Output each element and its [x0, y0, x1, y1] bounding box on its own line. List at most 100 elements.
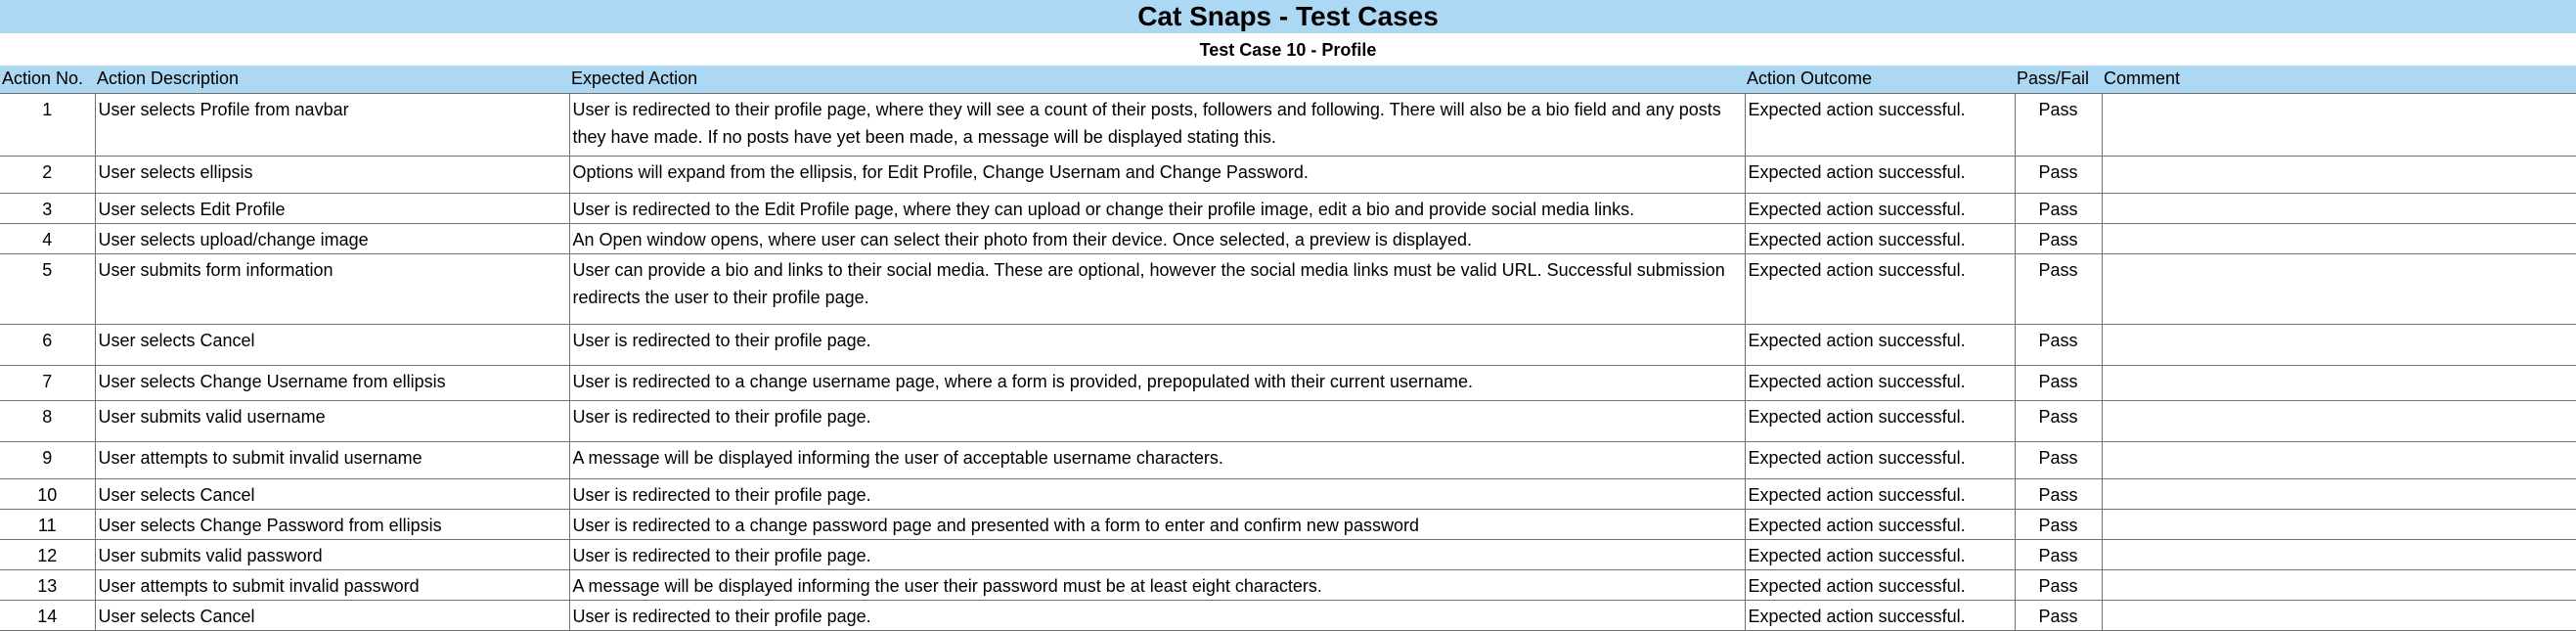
cell-outcome[interactable]: Expected action successful. [1744, 440, 2016, 479]
cell-action-no[interactable]: 4 [0, 222, 96, 254]
cell-comment[interactable] [2101, 538, 2576, 570]
cell-action-no[interactable]: 8 [0, 399, 96, 442]
header-expected-action: Expected Action [571, 68, 698, 89]
cell-description[interactable]: User selects Change Password from ellips… [94, 508, 570, 540]
header-action-no: Action No. [2, 68, 84, 89]
cell-description[interactable]: User selects Profile from navbar [94, 92, 570, 157]
cell-comment[interactable] [2101, 155, 2576, 194]
cell-description[interactable]: User submits valid username [94, 399, 570, 442]
cell-comment[interactable] [2101, 192, 2576, 224]
cell-expected[interactable]: User is redirected to a change username … [568, 364, 1746, 401]
cell-action-no[interactable]: 11 [0, 508, 96, 540]
cell-outcome[interactable]: Expected action successful. [1744, 538, 2016, 570]
cell-outcome[interactable]: Expected action successful. [1744, 399, 2016, 442]
cell-comment[interactable] [2101, 364, 2576, 401]
cell-comment[interactable] [2101, 477, 2576, 510]
header-comment: Comment [2104, 68, 2181, 89]
cell-pass-fail[interactable]: Pass [2014, 477, 2103, 510]
cell-outcome[interactable]: Expected action successful. [1744, 568, 2016, 601]
cell-pass-fail[interactable]: Pass [2014, 508, 2103, 540]
cell-expected[interactable]: User is redirected to their profile page… [568, 92, 1746, 157]
cell-action-no[interactable]: 13 [0, 568, 96, 601]
table-row: 12 User submits valid password User is r… [0, 538, 2576, 570]
cell-action-no[interactable]: 1 [0, 92, 96, 157]
cell-description[interactable]: User attempts to submit invalid username [94, 440, 570, 479]
cell-description[interactable]: User selects upload/change image [94, 222, 570, 254]
cell-description[interactable]: User selects Edit Profile [94, 192, 570, 224]
cell-comment[interactable] [2101, 222, 2576, 254]
cell-outcome[interactable]: Expected action successful. [1744, 364, 2016, 401]
table-row: 5 User submits form information User can… [0, 252, 2576, 325]
cell-pass-fail[interactable]: Pass [2014, 364, 2103, 401]
cell-description[interactable]: User submits form information [94, 252, 570, 325]
cell-action-no[interactable]: 14 [0, 599, 96, 631]
cell-outcome[interactable]: Expected action successful. [1744, 477, 2016, 510]
cell-pass-fail[interactable]: Pass [2014, 192, 2103, 224]
cell-action-no[interactable]: 10 [0, 477, 96, 510]
cell-comment[interactable] [2101, 252, 2576, 325]
cell-outcome[interactable]: Expected action successful. [1744, 92, 2016, 157]
cell-description[interactable]: User submits valid password [94, 538, 570, 570]
cell-outcome[interactable]: Expected action successful. [1744, 192, 2016, 224]
cell-pass-fail[interactable]: Pass [2014, 155, 2103, 194]
cell-outcome[interactable]: Expected action successful. [1744, 323, 2016, 366]
header-pass-fail: Pass/Fail [2017, 68, 2090, 89]
cell-pass-fail[interactable]: Pass [2014, 323, 2103, 366]
cell-expected[interactable]: User is redirected to their profile page… [568, 599, 1746, 631]
cell-expected[interactable]: User can provide a bio and links to thei… [568, 252, 1746, 325]
cell-pass-fail[interactable]: Pass [2014, 599, 2103, 631]
test-case-subtitle: Test Case 10 - Profile [1199, 39, 1377, 60]
cell-comment[interactable] [2101, 599, 2576, 631]
cell-description[interactable]: User selects Cancel [94, 599, 570, 631]
cell-comment[interactable] [2101, 440, 2576, 479]
cell-pass-fail[interactable]: Pass [2014, 222, 2103, 254]
cell-outcome[interactable]: Expected action successful. [1744, 222, 2016, 254]
cell-outcome[interactable]: Expected action successful. [1744, 252, 2016, 325]
cell-outcome[interactable]: Expected action successful. [1744, 599, 2016, 631]
test-case-table: Action No. Action Description Expected A… [0, 66, 2576, 631]
cell-action-no[interactable]: 3 [0, 192, 96, 224]
cell-outcome[interactable]: Expected action successful. [1744, 155, 2016, 194]
cell-expected[interactable]: User is redirected to their profile page… [568, 323, 1746, 366]
cell-expected[interactable]: User is redirected to their profile page… [568, 399, 1746, 442]
cell-expected[interactable]: An Open window opens, where user can sel… [568, 222, 1746, 254]
table-row: 1 User selects Profile from navbar User … [0, 92, 2576, 157]
cell-description[interactable]: User selects Cancel [94, 477, 570, 510]
cell-description[interactable]: User attempts to submit invalid password [94, 568, 570, 601]
cell-pass-fail[interactable]: Pass [2014, 538, 2103, 570]
cell-expected[interactable]: User is redirected to their profile page… [568, 477, 1746, 510]
cell-action-no[interactable]: 6 [0, 323, 96, 366]
cell-expected[interactable]: User is redirected to a change password … [568, 508, 1746, 540]
cell-expected[interactable]: A message will be displayed informing th… [568, 440, 1746, 479]
cell-pass-fail[interactable]: Pass [2014, 568, 2103, 601]
table-row: 2 User selects ellipsis Options will exp… [0, 155, 2576, 194]
table-row: 7 User selects Change Username from elli… [0, 364, 2576, 401]
table-row: 10 User selects Cancel User is redirecte… [0, 477, 2576, 510]
cell-comment[interactable] [2101, 508, 2576, 540]
cell-expected[interactable]: User is redirected to the Edit Profile p… [568, 192, 1746, 224]
cell-comment[interactable] [2101, 399, 2576, 442]
cell-pass-fail[interactable]: Pass [2014, 440, 2103, 479]
cell-action-no[interactable]: 9 [0, 440, 96, 479]
cell-comment[interactable] [2101, 568, 2576, 601]
table-row: 6 User selects Cancel User is redirected… [0, 323, 2576, 366]
cell-expected[interactable]: Options will expand from the ellipsis, f… [568, 155, 1746, 194]
cell-expected[interactable]: User is redirected to their profile page… [568, 538, 1746, 570]
cell-description[interactable]: User selects Change Username from ellips… [94, 364, 570, 401]
header-action-description: Action Description [97, 68, 240, 89]
cell-comment[interactable] [2101, 92, 2576, 157]
cell-action-no[interactable]: 7 [0, 364, 96, 401]
cell-description[interactable]: User selects ellipsis [94, 155, 570, 194]
cell-pass-fail[interactable]: Pass [2014, 252, 2103, 325]
cell-action-no[interactable]: 12 [0, 538, 96, 570]
cell-action-no[interactable]: 5 [0, 252, 96, 325]
cell-pass-fail[interactable]: Pass [2014, 399, 2103, 442]
cell-outcome[interactable]: Expected action successful. [1744, 508, 2016, 540]
cell-pass-fail[interactable]: Pass [2014, 92, 2103, 157]
cell-expected[interactable]: A message will be displayed informing th… [568, 568, 1746, 601]
table-row: 9 User attempts to submit invalid userna… [0, 440, 2576, 479]
table-row: 14 User selects Cancel User is redirecte… [0, 599, 2576, 631]
cell-action-no[interactable]: 2 [0, 155, 96, 194]
cell-comment[interactable] [2101, 323, 2576, 366]
cell-description[interactable]: User selects Cancel [94, 323, 570, 366]
